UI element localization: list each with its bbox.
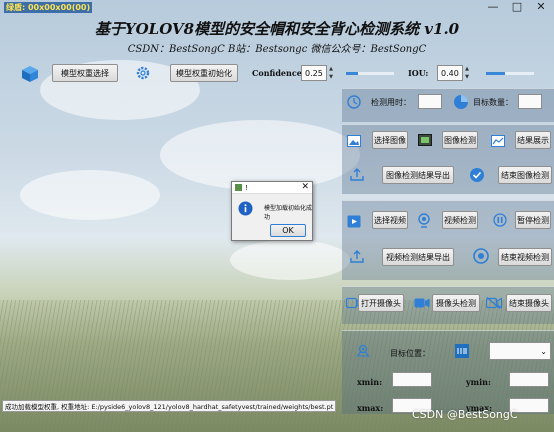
model-select-button[interactable]: 模型权重选择 (52, 64, 118, 82)
bounding-box-icon (454, 343, 470, 359)
image-icon (346, 134, 362, 148)
chart-line-icon (490, 134, 506, 148)
camera-off-icon (485, 296, 503, 310)
model-init-button[interactable]: 模型权重初始化 (170, 64, 238, 82)
end-video-button[interactable]: 结束视频检测 (498, 248, 552, 266)
count-value (518, 94, 542, 109)
camera-detect-icon (413, 296, 431, 310)
xmin-label: xmin: (357, 377, 383, 387)
xmax-label: xmax: (357, 403, 384, 413)
watermark: CSDN @BestSongC (412, 408, 518, 421)
status-bar: 成功加载模型权重, 权重地址: E:/pyside6_yolov8_121/yo… (2, 400, 336, 412)
end-camera-button[interactable]: 结束摄像头 (506, 294, 552, 312)
upload-icon (349, 167, 365, 181)
time-value (418, 94, 442, 109)
window-label: 绿盾: 00x00x00(00) (4, 2, 93, 13)
open-camera-button[interactable]: 打开摄像头 (358, 294, 404, 312)
clock-icon (346, 94, 362, 110)
end-image-button[interactable]: 结束图像检测 (498, 166, 552, 184)
upload-icon (349, 249, 365, 263)
info-icon (237, 200, 253, 216)
export-image-button[interactable]: 图像检测结果导出 (382, 166, 454, 184)
dialog-message: 模型加载初始化成功 (264, 205, 313, 221)
video-detect-button[interactable]: 视频检测 (442, 211, 478, 229)
xmin-field (392, 372, 432, 387)
chevron-down-icon: ⌄ (540, 346, 547, 356)
ymin-label: ymin: (466, 377, 491, 387)
message-dialog: ! ✕ 模型加载初始化成功 OK (231, 181, 313, 241)
select-video-button[interactable]: 选择视频 (372, 211, 408, 229)
cloud (230, 240, 350, 280)
app-subtitle: CSDN：BestSongC B站：Bestsongc 微信公众号：BestSo… (127, 44, 427, 55)
confidence-slider[interactable] (346, 72, 394, 75)
image-detect-button[interactable]: 图像检测 (442, 131, 478, 149)
minimize-button[interactable]: — (482, 0, 504, 14)
dialog-titlebar: ! ✕ (232, 182, 312, 194)
dialog-close-button[interactable]: ✕ (301, 182, 309, 192)
video-file-icon (346, 214, 362, 228)
image-detect-icon (417, 133, 433, 147)
app-icon (235, 184, 242, 191)
dialog-ok-button[interactable]: OK (270, 224, 306, 237)
confidence-label: Confidence: (252, 68, 305, 78)
target-location-icon (355, 343, 371, 359)
time-label: 检测用时： (371, 98, 411, 107)
cloud (160, 120, 360, 190)
confidence-spin-arrows[interactable]: ▲ ▼ (328, 65, 334, 81)
window-titlebar: 绿盾: 00x00x00(00) — □ ✕ (0, 0, 554, 14)
target-position-label: 目标位置： (390, 349, 430, 358)
count-label: 目标数量： (473, 98, 513, 107)
iou-spin-arrows[interactable]: ▲ ▼ (464, 65, 470, 81)
check-circle-icon (468, 166, 486, 184)
pie-chart-icon (452, 93, 470, 111)
iou-spinbox[interactable]: 0.40 (437, 65, 463, 81)
cube-icon (20, 64, 40, 84)
confidence-spinbox[interactable]: 0.25 (301, 65, 327, 81)
cloud (20, 170, 160, 220)
show-result-button[interactable]: 结果展示 (515, 131, 551, 149)
stop-circle-icon (472, 247, 490, 265)
gear-icon (134, 64, 152, 82)
dialog-title: ! (245, 183, 248, 192)
webcam-icon (416, 212, 432, 228)
export-video-button[interactable]: 视频检测结果导出 (382, 248, 454, 266)
ymin-field (509, 372, 549, 387)
pause-detect-button[interactable]: 暂停检测 (515, 211, 551, 229)
iou-label: IOU: (408, 68, 429, 78)
camera-detect-button[interactable]: 摄像头检测 (432, 294, 480, 312)
pause-icon (492, 212, 508, 228)
select-image-button[interactable]: 选择图像 (372, 131, 408, 149)
app-title: 基于YOLOV8模型的安全帽和安全背心检测系统 v1.0 (94, 20, 460, 38)
target-select-dropdown[interactable]: ⌄ (489, 342, 551, 360)
maximize-button[interactable]: □ (506, 0, 528, 14)
iou-slider[interactable] (486, 72, 534, 75)
close-button[interactable]: ✕ (530, 0, 552, 14)
